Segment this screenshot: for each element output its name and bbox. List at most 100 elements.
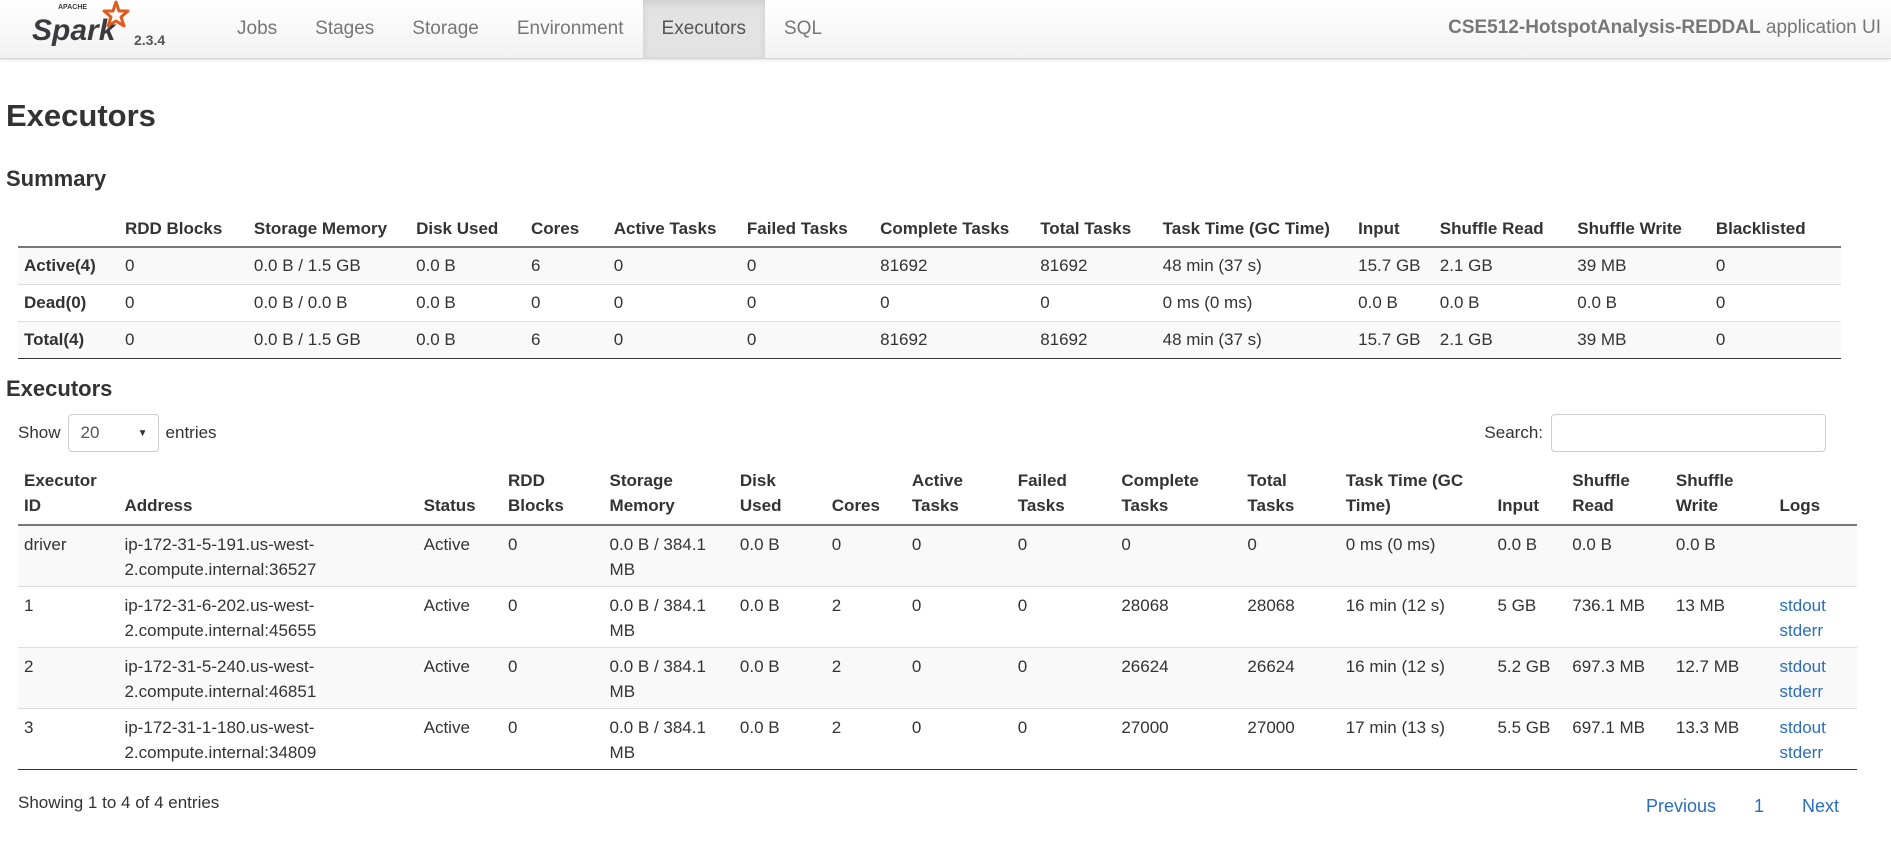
executor-cell: 12.7 MB	[1669, 647, 1774, 709]
executors-header-cell[interactable]: RDD Blocks	[502, 468, 604, 526]
summary-cell: 0	[740, 321, 875, 359]
summary-cell: 81692	[1034, 246, 1157, 285]
page-title: Executors	[6, 98, 156, 133]
executors-header-cell[interactable]: Logs	[1773, 468, 1857, 526]
executors-header-cell[interactable]: Total Tasks	[1241, 468, 1340, 526]
executor-cell: 0.0 B	[733, 708, 826, 770]
executor-cell: 0	[502, 708, 604, 770]
stderr-link[interactable]: stderr	[1780, 679, 1851, 704]
tab-stages[interactable]: Stages	[296, 0, 393, 58]
executor-cell: 0	[1011, 586, 1116, 648]
summary-cell: 0	[874, 284, 1035, 322]
executors-header-cell[interactable]: Shuffle Read	[1566, 468, 1670, 526]
executors-header-cell[interactable]: Active Tasks	[905, 468, 1012, 526]
summary-cell: 39 MB	[1571, 246, 1710, 285]
summary-header-cell: Failed Tasks	[740, 212, 875, 248]
executors-header-cell[interactable]: Input	[1491, 468, 1567, 526]
summary-cell: 6	[525, 246, 608, 285]
executor-cell: 27000	[1241, 708, 1340, 770]
stdout-link[interactable]: stdout	[1780, 654, 1851, 679]
summary-cell: 0	[740, 284, 875, 322]
executor-cell: 697.3 MB	[1566, 647, 1670, 709]
executor-address: ip-172-31-5-191.us-west-2.compute.intern…	[118, 524, 418, 587]
executors-header-cell[interactable]: Disk Used	[733, 468, 826, 526]
executor-cell: 27000	[1115, 708, 1242, 770]
summary-header-cell: Shuffle Read	[1433, 212, 1572, 248]
summary-cell: 0.0 B	[410, 246, 526, 285]
executors-header-cell[interactable]: Task Time (GC Time)	[1339, 468, 1492, 526]
summary-row-label: Total(4)	[18, 321, 119, 359]
summary-cell: 0	[1709, 246, 1841, 285]
page-size-select[interactable]: 20 ▼	[67, 414, 159, 452]
summary-cell: 0.0 B	[1571, 284, 1710, 322]
executors-header-cell[interactable]: Complete Tasks	[1115, 468, 1242, 526]
executors-header-cell[interactable]: Shuffle Write	[1669, 468, 1774, 526]
app-title: CSE512-HotspotAnalysis-REDDAL applicatio…	[1448, 17, 1881, 39]
executor-cell: 2	[825, 708, 906, 770]
table-row: 1 ip-172-31-6-202.us-west-2.compute.inter…	[18, 586, 1857, 648]
executors-header-cell[interactable]: Failed Tasks	[1011, 468, 1116, 526]
summary-header-cell: Input	[1352, 212, 1434, 248]
executor-cell: 13 MB	[1669, 586, 1774, 648]
summary-row: Active(4) 0 0.0 B / 1.5 GB 0.0 B 6 0 0 81692 816…	[18, 246, 1841, 285]
summary-cell: 81692	[874, 321, 1035, 359]
executor-cell: 26624	[1115, 647, 1242, 709]
summary-cell: 0	[607, 321, 741, 359]
tab-environment[interactable]: Environment	[498, 0, 643, 58]
spark-version: 2.3.4	[134, 32, 166, 48]
previous-button[interactable]: Previous	[1646, 796, 1716, 817]
summary-cell: 0.0 B	[1352, 284, 1434, 322]
executors-header-cell[interactable]: Address	[118, 468, 418, 526]
summary-cell: 0	[740, 246, 875, 285]
summary-cell: 0	[118, 284, 248, 322]
executor-cell: 16 min (12 s)	[1339, 647, 1492, 709]
summary-cell: 0.0 B / 1.5 GB	[247, 321, 411, 359]
search-label: Search:	[1484, 423, 1543, 442]
summary-cell: 0	[1709, 321, 1841, 359]
summary-header-cell: Complete Tasks	[874, 212, 1035, 248]
stderr-link[interactable]: stderr	[1780, 618, 1851, 643]
summary-cell: 81692	[874, 246, 1035, 285]
spark-logo[interactable]: APACHE Spark 2.3.4	[30, 0, 170, 58]
summary-cell: 2.1 GB	[1433, 246, 1572, 285]
executor-cell: 0	[1241, 524, 1340, 587]
next-button[interactable]: Next	[1802, 796, 1839, 817]
summary-header-cell: Blacklisted	[1709, 212, 1841, 248]
entries-label: entries	[165, 423, 217, 442]
stdout-link[interactable]: stdout	[1780, 593, 1851, 618]
stderr-link[interactable]: stderr	[1780, 740, 1851, 765]
summary-cell: 48 min (37 s)	[1156, 246, 1353, 285]
summary-row: Total(4) 0 0.0 B / 1.5 GB 0.0 B 6 0 0 81692 8169…	[18, 321, 1841, 359]
tab-storage[interactable]: Storage	[393, 0, 498, 58]
executors-header-cell[interactable]: Cores	[825, 468, 906, 526]
executors-header-cell[interactable]: Executor ID	[18, 468, 119, 526]
page-size-value: 20	[80, 423, 100, 442]
executor-id: driver	[18, 524, 119, 587]
executors-title: Executors	[6, 376, 113, 401]
summary-cell: 39 MB	[1571, 321, 1710, 359]
summary-cell: 0	[607, 246, 741, 285]
executor-cell: 0.0 B	[1566, 524, 1670, 587]
executor-cell: 0	[502, 586, 604, 648]
executor-cell: 5 GB	[1491, 586, 1567, 648]
search-control: Search:	[1484, 414, 1826, 452]
executor-cell: 0	[502, 524, 604, 587]
table-row: 2 ip-172-31-5-240.us-west-2.compute.inter…	[18, 647, 1857, 709]
executor-cell: 0	[905, 586, 1012, 648]
stdout-link[interactable]: stdout	[1780, 715, 1851, 740]
executor-cell: 17 min (13 s)	[1339, 708, 1492, 770]
executor-cell: 0	[502, 647, 604, 709]
executor-cell: 0	[1011, 647, 1116, 709]
summary-header-cell: Task Time (GC Time)	[1156, 212, 1353, 248]
executors-header-cell[interactable]: Storage Memory	[603, 468, 734, 526]
tab-sql[interactable]: SQL	[765, 0, 841, 58]
page-1-button[interactable]: 1	[1754, 796, 1764, 817]
tab-executors[interactable]: Executors	[642, 0, 765, 58]
executor-cell: 0.0 B / 384.1 MB	[603, 647, 734, 709]
search-input[interactable]	[1551, 414, 1826, 452]
executor-cell: 0	[905, 708, 1012, 770]
caret-down-icon: ▼	[137, 428, 148, 439]
executor-cell: 0.0 B	[1669, 524, 1774, 587]
executors-header-cell[interactable]: Status	[417, 468, 503, 526]
tab-jobs[interactable]: Jobs	[218, 0, 296, 58]
